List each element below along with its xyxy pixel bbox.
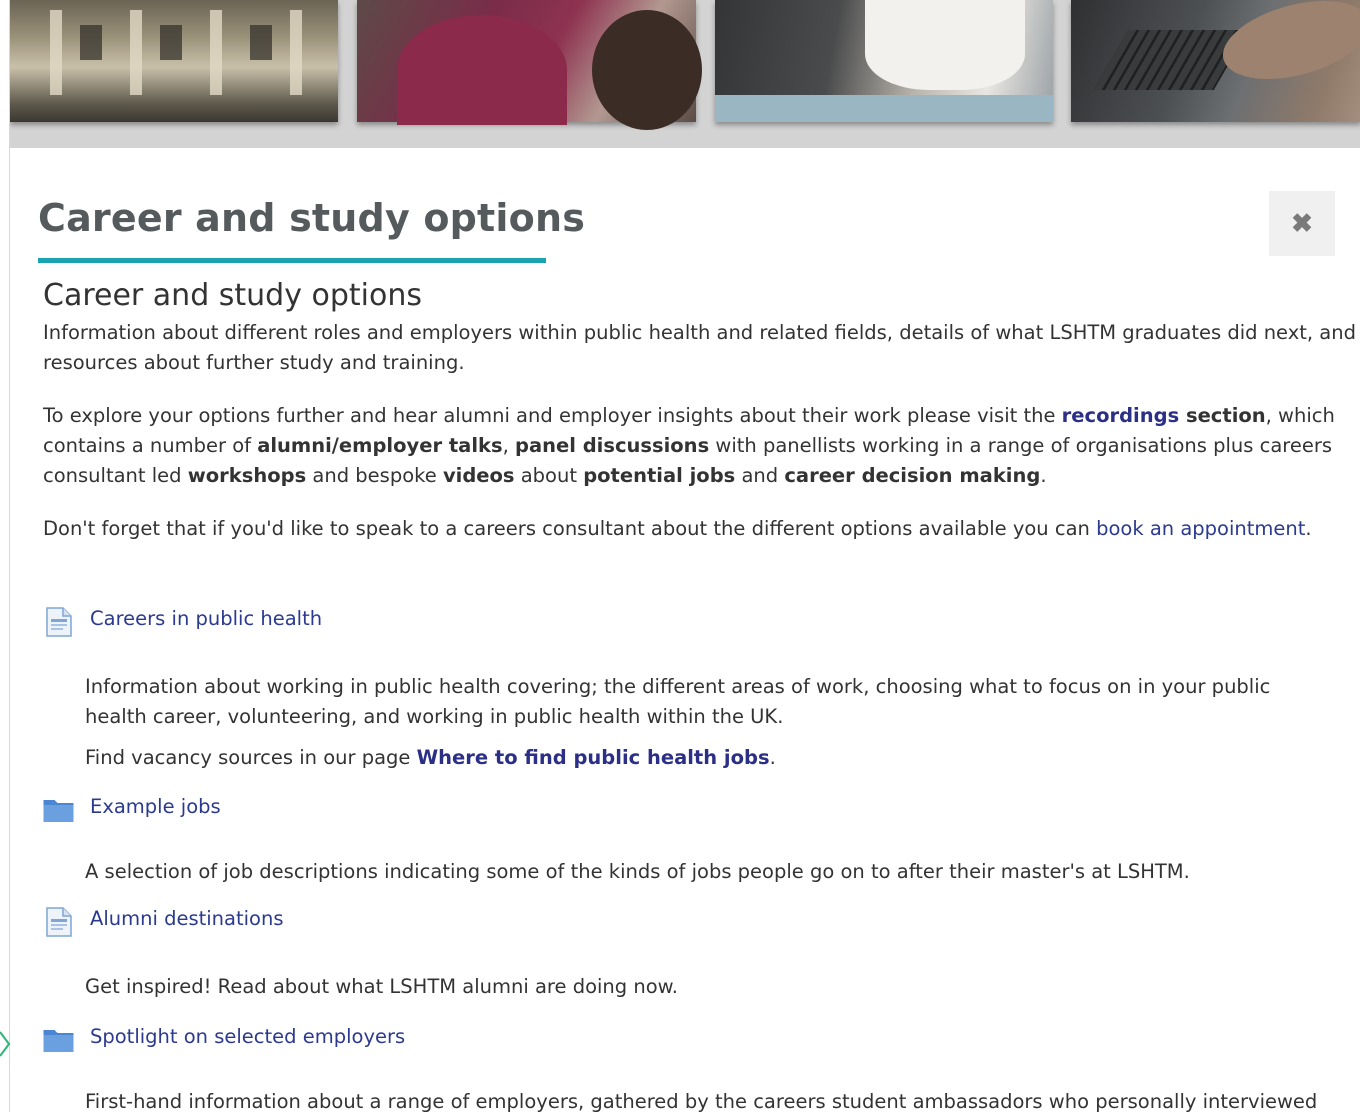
example-jobs-link[interactable]: Example jobs [90,795,221,818]
explore-paragraph: To explore your options further and hear… [43,401,1360,491]
explore-text-8: . [1040,464,1047,487]
page-icon [46,607,72,637]
videos-text: videos [442,464,515,487]
panel-discussions-text: panel discussions [515,434,710,457]
intro-paragraph: Information about different roles and em… [43,318,1360,378]
banner-photo-meeting [715,0,1053,122]
where-to-find-jobs-link[interactable]: Where to find public health jobs [417,746,770,769]
folder-icon [43,800,74,822]
intro-text: Information about different roles and em… [43,321,1356,374]
explore-text-1: To explore your options further and hear… [43,404,1062,427]
workshops-text: workshops [187,464,307,487]
item-description: Get inspired! Read about what LSHTM alum… [85,972,1325,1002]
section-subtitle: Career and study options [43,278,422,313]
banner-photo-laptop [1071,0,1360,122]
header-banner [10,0,1360,148]
item-description: First-hand information about a range of … [85,1087,1345,1117]
item-description: A selection of job descriptions indicati… [85,857,1325,887]
vacancy-sources: Find vacancy sources in our page Where t… [85,743,1325,773]
potential-jobs-text: potential jobs [583,464,736,487]
recordings-link[interactable]: recordings [1062,404,1180,427]
alumni-description: Get inspired! Read about what LSHTM alum… [85,975,678,998]
explore-text-3: , [502,434,515,457]
item-description: Information about working in public heal… [85,672,1325,732]
appointment-text: Don't forget that if you'd like to speak… [43,517,1097,540]
banner-photo-building [10,0,338,122]
book-appointment-link[interactable]: book an appointment [1096,517,1305,540]
explore-text-5: and bespoke [306,464,443,487]
example-jobs-description: A selection of job descriptions indicati… [85,860,1190,883]
arrow-pointer-icon [0,1031,10,1057]
alumni-talks-text: alumni/employer talks [257,434,503,457]
close-button[interactable]: ✖ [1269,191,1335,256]
course-page: Career and study options ✖ Career and st… [9,0,1360,1113]
close-icon: ✖ [1291,208,1313,238]
careers-description: Information about working in public heal… [85,675,1271,728]
section-text: section [1179,404,1266,427]
title-underline [38,258,546,263]
page-title: Career and study options [38,196,586,240]
explore-text-7: and [735,464,785,487]
appointment-end: . [1305,517,1312,540]
vacancy-end: . [769,746,776,769]
section-content: Career and study options Information abo… [43,276,1360,544]
appointment-paragraph: Don't forget that if you'd like to speak… [43,514,1360,544]
folder-icon [43,1030,74,1052]
spotlight-employers-link[interactable]: Spotlight on selected employers [90,1025,405,1048]
banner-photo-consultation [357,0,702,130]
career-decision-text: career decision making [784,464,1041,487]
vacancy-text: Find vacancy sources in our page [85,746,417,769]
explore-text-6: about [514,464,584,487]
alumni-destinations-link[interactable]: Alumni destinations [90,907,284,930]
careers-in-public-health-link[interactable]: Careers in public health [90,607,322,630]
page-icon [46,907,72,937]
spotlight-description: First-hand information about a range of … [85,1090,1318,1113]
